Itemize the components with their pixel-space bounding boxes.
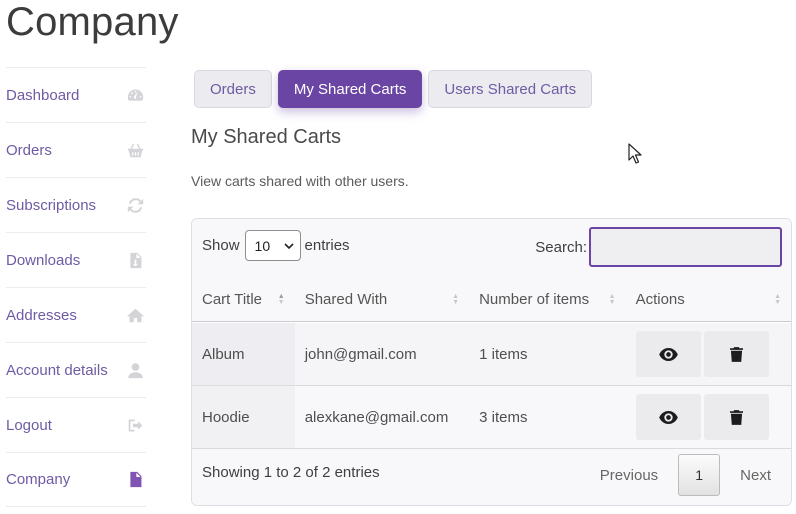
sidebar-item-downloads[interactable]: Downloads xyxy=(6,232,146,287)
table-search: Search: xyxy=(535,227,782,267)
entries-select-value: 10 xyxy=(254,237,271,254)
column-header-actions[interactable]: Actions ▲ ▼ xyxy=(626,278,791,321)
sort-icon: ▲ ▼ xyxy=(608,292,616,306)
cell-shared-with: john@gmail.com xyxy=(304,345,417,363)
column-header-shared-with[interactable]: Shared With ▲ ▼ xyxy=(295,278,469,321)
cell-number-of-items: 3 items xyxy=(479,408,528,426)
tab-users-shared-carts[interactable]: Users Shared Carts xyxy=(428,70,593,108)
sidebar-item-logout[interactable]: Logout xyxy=(6,397,146,452)
sidebar-item-label: Company xyxy=(6,471,71,488)
section-title: My Shared Carts xyxy=(191,126,342,148)
view-cart-button[interactable] xyxy=(635,331,701,377)
table-header: Cart Title ▲ ▼ Shared With ▲ ▼ Number of i… xyxy=(192,278,791,322)
eye-icon xyxy=(658,410,678,424)
column-header-cart-title[interactable]: Cart Title ▲ ▼ xyxy=(192,278,295,321)
table-row: Album john@gmail.com 1 items xyxy=(192,323,791,386)
sort-icon: ▲ ▼ xyxy=(277,292,285,306)
search-label: Search: xyxy=(535,238,587,256)
entries-length-control: Show 10 entries xyxy=(202,230,350,261)
cart-tabs: Orders My Shared Carts Users Shared Cart… xyxy=(194,70,593,108)
cell-cart-title: Album xyxy=(192,323,295,385)
sidebar-item-dashboard[interactable]: Dashboard xyxy=(6,67,146,122)
previous-page-button[interactable]: Previous xyxy=(590,455,668,496)
sidebar-item-label: Downloads xyxy=(6,251,81,269)
pagination: Previous 1 Next xyxy=(590,454,781,496)
sidebar-item-orders[interactable]: Orders xyxy=(6,122,146,177)
sign-out-icon xyxy=(126,416,144,434)
page-title: Company xyxy=(6,0,179,44)
dashboard-icon xyxy=(126,86,144,104)
sidebar-item-label: Account details xyxy=(6,361,108,379)
column-label: Actions xyxy=(635,291,685,308)
cell-actions xyxy=(626,323,791,385)
table-info: Showing 1 to 2 of 2 entries xyxy=(202,464,380,481)
sort-icon: ▲ ▼ xyxy=(774,292,781,306)
column-label: Number of items xyxy=(479,291,590,308)
home-icon xyxy=(126,306,144,324)
sidebar-item-subscriptions[interactable]: Subscriptions xyxy=(6,177,146,232)
file-download-icon xyxy=(126,251,144,269)
view-cart-button[interactable] xyxy=(635,394,701,440)
eye-icon xyxy=(658,347,678,361)
column-label: Shared With xyxy=(304,291,388,308)
user-icon xyxy=(126,361,144,379)
column-header-number-of-items[interactable]: Number of items ▲ ▼ xyxy=(469,278,625,321)
search-input[interactable] xyxy=(589,227,782,267)
refresh-icon xyxy=(126,196,144,214)
chevron-down-icon xyxy=(283,242,294,249)
section-description: View carts shared with other users. xyxy=(191,173,409,189)
trash-icon xyxy=(729,346,743,362)
delete-cart-button[interactable] xyxy=(703,331,769,377)
sidebar-item-label: Dashboard xyxy=(6,86,80,104)
tab-my-shared-carts[interactable]: My Shared Carts xyxy=(277,70,423,108)
account-navigation: Dashboard Orders Subscriptions Downloads… xyxy=(6,67,146,507)
basket-icon xyxy=(126,141,144,159)
sidebar-item-label: Orders xyxy=(6,141,52,159)
sidebar-item-addresses[interactable]: Addresses xyxy=(6,287,146,342)
entries-label: entries xyxy=(304,237,350,254)
column-label: Cart Title xyxy=(202,291,263,308)
show-label: Show xyxy=(202,237,240,254)
tab-orders[interactable]: Orders xyxy=(194,70,272,108)
sidebar-item-label: Subscriptions xyxy=(6,196,97,214)
sidebar-item-label: Addresses xyxy=(6,306,77,324)
shared-carts-table: Show 10 entries Search: Cart Title ▲ ▼ Sh… xyxy=(191,218,792,506)
page-button[interactable]: 1 xyxy=(678,454,721,496)
delete-cart-button[interactable] xyxy=(703,394,769,440)
table-row: Hoodie alexkane@gmail.com 3 items xyxy=(192,386,791,449)
cell-actions xyxy=(626,386,791,448)
document-icon xyxy=(126,471,144,489)
cell-number-of-items: 1 items xyxy=(479,345,528,363)
sidebar-item-account-details[interactable]: Account details xyxy=(6,342,146,397)
mouse-cursor-icon xyxy=(628,143,642,164)
table-footer: Showing 1 to 2 of 2 entries Previous 1 N… xyxy=(192,449,791,505)
cell-cart-title: Hoodie xyxy=(192,386,295,448)
sidebar-item-company[interactable]: Company xyxy=(6,452,146,507)
entries-select[interactable]: 10 xyxy=(244,230,301,261)
next-page-button[interactable]: Next xyxy=(730,455,781,496)
cell-shared-with: alexkane@gmail.com xyxy=(304,408,449,426)
trash-icon xyxy=(729,409,743,425)
sidebar-item-label: Logout xyxy=(6,416,52,434)
sort-icon: ▲ ▼ xyxy=(452,292,460,306)
